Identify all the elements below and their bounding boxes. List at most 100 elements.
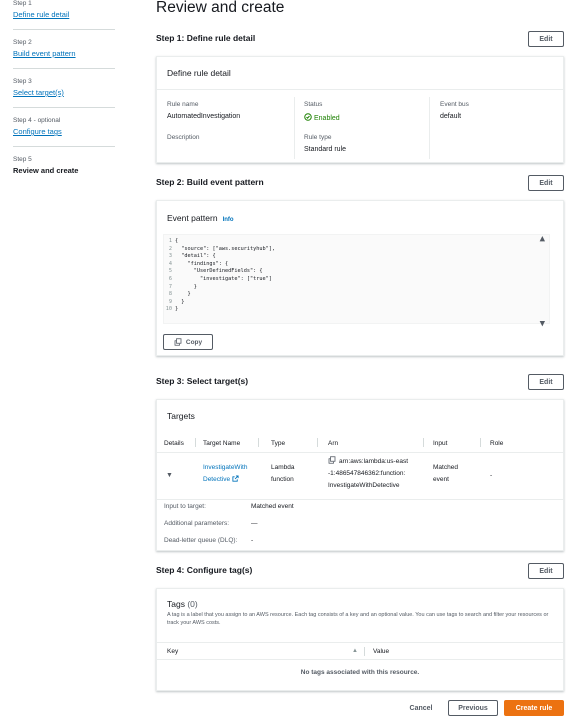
- sidebar-divider: [13, 68, 115, 69]
- step1-heading: Step 1: Define rule detail: [156, 33, 256, 43]
- status-label: Status: [304, 101, 323, 108]
- external-link-icon[interactable]: [232, 475, 239, 482]
- sidebar-step-4: Step 4 - optional Configure tags: [13, 117, 115, 136]
- status-value: Enabled: [304, 113, 340, 122]
- sidebar-divider: [13, 146, 115, 147]
- panel-title: Event pattern: [167, 213, 218, 223]
- code-text: "findings": {: [175, 260, 229, 267]
- previous-button[interactable]: Previous: [448, 700, 498, 716]
- wizard-steps-sidebar: Step 1 Define rule detail Step 2 Build e…: [0, 0, 128, 720]
- sidebar-link-configure-tags[interactable]: Configure tags: [13, 127, 115, 136]
- event-bus-value: default: [440, 113, 462, 120]
- input-cell: Matched event: [433, 462, 458, 486]
- step3-edit-button[interactable]: Edit: [528, 374, 564, 390]
- info-link[interactable]: Info: [223, 217, 234, 223]
- panel-title: Define rule detail: [157, 57, 563, 90]
- line-number: 7: [168, 283, 172, 290]
- step4-edit-button[interactable]: Edit: [528, 563, 564, 579]
- sidebar-link-select-targets[interactable]: Select target(s): [13, 88, 115, 97]
- input-line2: event: [433, 476, 449, 483]
- step-number: Step 2: [13, 39, 32, 46]
- description-label: Description: [167, 134, 200, 141]
- code-lines: 1{2 "source": ["aws.securityhub"], 3 "det…: [164, 235, 549, 314]
- arn-line2: -1:486547846362:function:: [328, 470, 406, 477]
- code-line: 5 "UserDefinedFields": {: [164, 268, 549, 276]
- column-header-details: Details: [164, 440, 184, 447]
- target-name-link[interactable]: InvestigateWith: [203, 462, 247, 474]
- code-line: 6 "investigate": ["true"]: [164, 276, 549, 284]
- type-line2: function: [271, 476, 294, 483]
- rule-name-value: AutomatedInvestigation: [167, 113, 241, 120]
- sidebar-step-5: Step 5 Review and create: [13, 156, 115, 175]
- target-name-link-line2[interactable]: Detective: [203, 474, 247, 486]
- sidebar-link-build-event-pattern[interactable]: Build event pattern: [13, 49, 115, 58]
- column-header-target-name: Target Name: [203, 440, 241, 447]
- arn-line1-wrap: arn:aws:lambda:us-east: [328, 456, 408, 468]
- code-line: 8 }: [164, 291, 549, 299]
- sidebar-link-define-rule-detail[interactable]: Define rule detail: [13, 10, 115, 19]
- expand-row-caret-icon[interactable]: ▼: [166, 470, 173, 482]
- event-bus-label: Event bus: [440, 101, 469, 108]
- additional-parameters-label: Additional parameters:: [164, 520, 230, 527]
- rule-type-value: Standard rule: [304, 146, 347, 153]
- input-to-target-label: Input to target:: [164, 503, 206, 510]
- type-line1: Lambda: [271, 464, 295, 471]
- step3-heading: Step 3: Select target(s): [156, 376, 249, 386]
- role-cell: -: [490, 472, 493, 479]
- step2-edit-button[interactable]: Edit: [528, 175, 564, 191]
- column-separator: [258, 438, 259, 447]
- code-line: 1{: [164, 238, 549, 246]
- input-line1: Matched: [433, 464, 458, 471]
- type-cell: Lambda function: [271, 462, 295, 486]
- create-rule-button[interactable]: Create rule: [504, 700, 564, 716]
- sidebar-divider: [13, 29, 115, 30]
- code-text: "UserDefinedFields": {: [175, 268, 263, 275]
- line-number: 8: [168, 291, 172, 298]
- line-number: 3: [168, 253, 172, 260]
- line-number: 1: [168, 238, 172, 244]
- step4-heading: Step 4: Configure tag(s): [156, 565, 253, 575]
- copy-button[interactable]: Copy: [163, 334, 213, 350]
- tags-table-header: Key ▲ Value: [157, 642, 563, 660]
- sidebar-divider: [13, 107, 115, 108]
- code-text: }: [175, 283, 197, 290]
- target-name-link-text[interactable]: Detective: [203, 476, 230, 483]
- rule-type-label: Rule type: [304, 134, 332, 141]
- code-line: 2 "source": ["aws.securityhub"],: [164, 246, 549, 254]
- table-row: ▼ InvestigateWith Detective Lambda funct…: [157, 454, 563, 500]
- step1-edit-button[interactable]: Edit: [528, 31, 564, 47]
- event-pattern-title: Event pattern Info: [167, 213, 234, 223]
- scroll-up-icon[interactable]: ▲: [540, 235, 545, 244]
- step-number: Step 5: [13, 156, 32, 163]
- step2-heading: Step 2: Build event pattern: [156, 177, 264, 187]
- additional-parameters-value: —: [251, 520, 258, 527]
- code-line: 3 "detail": {: [164, 253, 549, 261]
- column-header-arn: Arn: [328, 440, 339, 447]
- tags-title: Tags (0): [167, 599, 198, 609]
- sort-ascending-icon[interactable]: ▲: [352, 648, 358, 654]
- column-separator: [317, 438, 318, 447]
- arn-line1: arn:aws:lambda:us-east: [339, 458, 409, 465]
- column-separator: [423, 438, 424, 447]
- column-separator: [364, 647, 365, 656]
- scroll-down-icon[interactable]: ▼: [540, 320, 545, 329]
- code-line: 10}: [164, 306, 549, 314]
- sidebar-current-step-review-and-create: Review and create: [13, 166, 79, 175]
- line-number: 5: [168, 268, 172, 275]
- line-number: 10: [165, 306, 172, 313]
- event-pattern-panel: Event pattern Info 1{2 "source": ["aws.se…: [156, 200, 564, 356]
- targets-table-header: Details Target Name Type Arn Input Role: [157, 433, 563, 453]
- event-pattern-code-editor[interactable]: 1{2 "source": ["aws.securityhub"], 3 "det…: [163, 234, 550, 329]
- cancel-button[interactable]: Cancel: [398, 700, 444, 716]
- copy-arn-icon[interactable]: [328, 456, 336, 464]
- step-number: Step 4 - optional: [13, 117, 61, 124]
- dlq-label: Dead-letter queue (DLQ):: [164, 537, 238, 544]
- step-number: Step 3: [13, 78, 32, 85]
- tags-description: A tag is a label that you assign to an A…: [167, 612, 549, 626]
- code-text: "source": ["aws.securityhub"],: [175, 245, 275, 252]
- code-text: }: [175, 306, 179, 313]
- define-rule-detail-panel: Define rule detail Rule name AutomatedIn…: [156, 56, 564, 163]
- code-text: {: [175, 238, 179, 244]
- code-text: }: [175, 291, 191, 298]
- sidebar-step-3: Step 3 Select target(s): [13, 78, 115, 97]
